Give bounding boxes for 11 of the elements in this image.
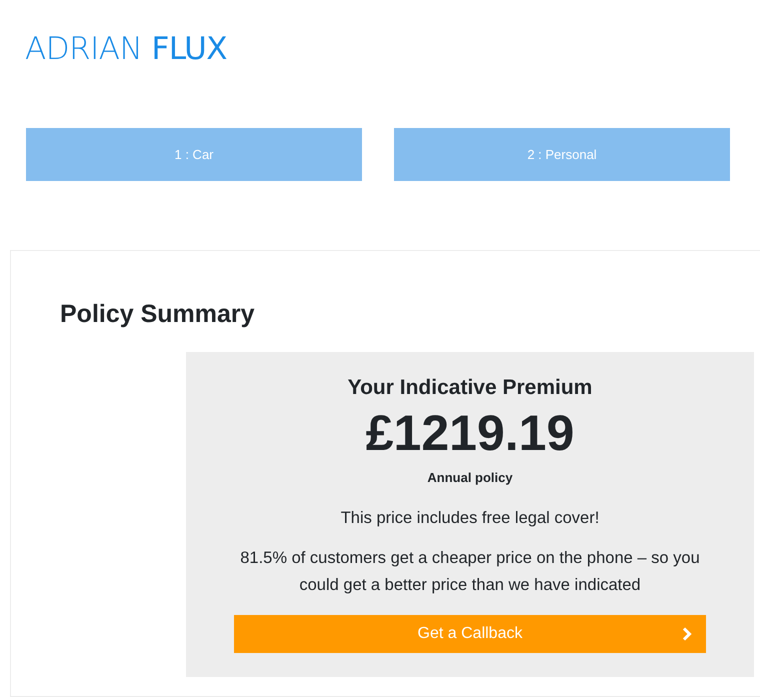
- premium-note: 81.5% of customers get a cheaper price on the phone – so you could get a better price than we have indicated: [239, 548, 701, 596]
- chevron-right-icon: [682, 627, 692, 641]
- brand-logo: ADRIAN FLUX: [25, 32, 228, 66]
- premium-heading: Your Indicative Premium: [348, 375, 592, 401]
- premium-note: This price includes free legal cover!: [340, 508, 600, 529]
- step-button[interactable]: 1 : Car: [26, 128, 362, 181]
- policy-term: Annual policy: [427, 469, 513, 487]
- step-button[interactable]: 2 : Personal: [394, 128, 730, 181]
- section-title: Policy Summary: [60, 299, 255, 330]
- callback-button[interactable]: Get a Callback: [234, 615, 706, 653]
- premium-price: £1219.19: [366, 404, 574, 462]
